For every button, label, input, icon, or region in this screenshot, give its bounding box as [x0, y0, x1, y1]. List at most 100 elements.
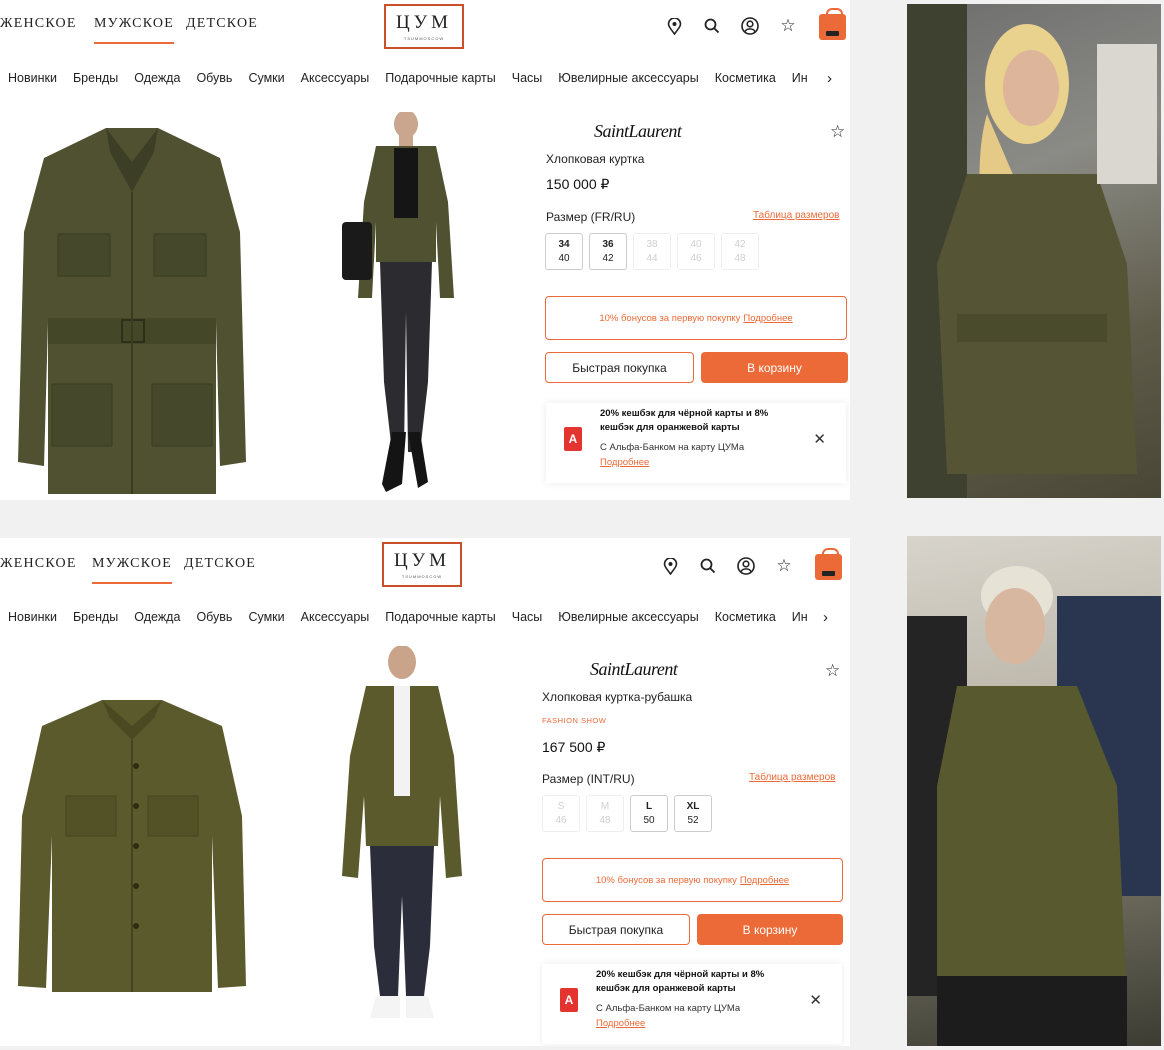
category-new[interactable]: Новинки: [8, 71, 57, 85]
size-label: Размер (FR/RU): [546, 210, 636, 224]
chevron-right-icon[interactable]: ›: [820, 608, 828, 626]
nav-women[interactable]: ЖЕНСКОЕ: [0, 556, 77, 572]
bonus-more-link[interactable]: Подробнее: [743, 313, 792, 324]
location-pin-icon[interactable]: [659, 555, 681, 577]
product-price: 167 500 ₽: [542, 739, 606, 755]
favorite-star-icon[interactable]: ☆: [825, 661, 840, 681]
celebrity-photo-2: [907, 536, 1161, 1046]
add-to-cart-button[interactable]: В корзину: [697, 914, 843, 945]
size-selector: 34 40 36 42 38 44 40 46 42 48: [545, 233, 759, 270]
size-secondary: 48: [734, 252, 746, 264]
shopping-bag-icon[interactable]: [815, 548, 842, 580]
size-table-link[interactable]: Таблица размеров: [753, 210, 839, 221]
category-new[interactable]: Новинки: [8, 610, 57, 624]
brand-logo[interactable]: SaintLaurent: [594, 121, 682, 142]
size-primary: XL: [686, 800, 700, 812]
location-pin-icon[interactable]: [663, 15, 685, 37]
chevron-right-icon[interactable]: ›: [824, 69, 832, 87]
star-icon[interactable]: ☆: [773, 555, 795, 577]
size-option[interactable]: 34 40: [545, 233, 583, 270]
category-bags[interactable]: Сумки: [248, 610, 284, 624]
promo-subtitle: С Альфа-Банком на карту ЦУМа: [600, 442, 745, 453]
size-option[interactable]: 36 42: [589, 233, 627, 270]
promo-title: 20% кешбэк для чёрной карты и 8% кешбэк …: [596, 969, 765, 994]
add-to-cart-button[interactable]: В корзину: [701, 352, 848, 383]
top-navigation: ЖЕНСКОЕ МУЖСКОЕ ДЕТСКОЕ ЦУМ TSUMMOSCOW ☆: [0, 538, 850, 588]
category-watches[interactable]: Часы: [512, 610, 543, 624]
user-icon[interactable]: [739, 15, 761, 37]
nav-kids[interactable]: ДЕТСКОЕ: [186, 16, 258, 32]
cashback-promo: А 20% кешбэк для чёрной карты и 8% кешбэ…: [546, 403, 846, 483]
tsum-logo[interactable]: ЦУМ TSUMMOSCOW: [384, 4, 464, 49]
shopping-bag-icon[interactable]: [819, 8, 846, 40]
size-primary: L: [645, 800, 653, 812]
size-option-unavailable: S 46: [542, 795, 580, 832]
category-jewelry[interactable]: Ювелирные аксессуары: [558, 71, 698, 85]
product-image-model[interactable]: [336, 110, 476, 500]
category-cosmetics[interactable]: Косметика: [715, 610, 776, 624]
quick-buy-button[interactable]: Быстрая покупка: [542, 914, 690, 945]
promo-title: 20% кешбэк для чёрной карты и 8% кешбэк …: [600, 408, 769, 433]
category-accessories[interactable]: Аксессуары: [301, 71, 370, 85]
category-brands[interactable]: Бренды: [73, 71, 118, 85]
product-image-main[interactable]: [14, 696, 250, 996]
nav-women[interactable]: ЖЕНСКОЕ: [0, 16, 77, 32]
category-shoes[interactable]: Обувь: [196, 71, 232, 85]
category-more[interactable]: Ин: [792, 610, 808, 624]
category-shoes[interactable]: Обувь: [196, 610, 232, 624]
size-selector: S 46 M 48 L 50 XL 52: [542, 795, 712, 832]
category-watches[interactable]: Часы: [512, 71, 543, 85]
promo-more-link[interactable]: Подробнее: [600, 457, 649, 468]
favorite-star-icon[interactable]: ☆: [830, 122, 845, 142]
product-image-model[interactable]: [330, 645, 474, 1038]
size-secondary: 40: [558, 252, 570, 264]
size-secondary: 52: [687, 814, 699, 826]
tsum-logo[interactable]: ЦУМ TSUMMOSCOW: [382, 542, 462, 587]
close-icon[interactable]: ✕: [809, 991, 822, 1009]
promo-subtitle: С Альфа-Банком на карту ЦУМа: [596, 1003, 741, 1014]
promo-more-link[interactable]: Подробнее: [596, 1018, 645, 1029]
search-icon[interactable]: [701, 15, 723, 37]
category-cosmetics[interactable]: Косметика: [715, 71, 776, 85]
bonus-text: 10% бонусов за первую покупку: [599, 312, 741, 324]
category-jewelry[interactable]: Ювелирные аксессуары: [558, 610, 698, 624]
category-brands[interactable]: Бренды: [73, 610, 118, 624]
category-clothing[interactable]: Одежда: [134, 610, 180, 624]
close-icon[interactable]: ✕: [813, 430, 826, 448]
size-option[interactable]: XL 52: [674, 795, 712, 832]
nav-men[interactable]: МУЖСКОЕ: [94, 16, 174, 44]
size-table-link[interactable]: Таблица размеров: [749, 772, 835, 783]
nav-kids[interactable]: ДЕТСКОЕ: [184, 556, 256, 572]
alfa-bank-icon: А: [564, 427, 582, 451]
user-icon[interactable]: [735, 555, 757, 577]
size-secondary: 50: [643, 814, 655, 826]
nav-men[interactable]: МУЖСКОЕ: [92, 556, 172, 584]
star-icon[interactable]: ☆: [777, 15, 799, 37]
size-primary: M: [600, 800, 610, 812]
bonus-banner: 10% бонусов за первую покупку Подробнее: [542, 858, 843, 902]
alfa-bank-icon: А: [560, 988, 578, 1012]
brand-logo[interactable]: SaintLaurent: [590, 659, 678, 680]
size-secondary: 48: [599, 814, 611, 826]
product-price: 150 000 ₽: [546, 176, 610, 192]
quick-buy-button[interactable]: Быстрая покупка: [545, 352, 694, 383]
bonus-more-link[interactable]: Подробнее: [740, 875, 789, 886]
logo-letters: ЦУМ: [393, 550, 451, 571]
size-primary: 34: [558, 238, 570, 250]
size-option[interactable]: L 50: [630, 795, 668, 832]
category-accessories[interactable]: Аксессуары: [301, 610, 370, 624]
category-more[interactable]: Ин: [792, 71, 808, 85]
search-icon[interactable]: [697, 555, 719, 577]
logo-letters: ЦУМ: [395, 12, 453, 33]
size-option-unavailable: M 48: [586, 795, 624, 832]
bonus-text: 10% бонусов за первую покупку: [595, 874, 737, 886]
category-gift-cards[interactable]: Подарочные карты: [385, 610, 495, 624]
product-image-main[interactable]: [14, 122, 250, 498]
product-name: Хлопковая куртка-рубашка: [542, 690, 693, 704]
category-bags[interactable]: Сумки: [248, 71, 284, 85]
cashback-promo: А 20% кешбэк для чёрной карты и 8% кешбэ…: [542, 964, 842, 1044]
category-clothing[interactable]: Одежда: [134, 71, 180, 85]
category-gift-cards[interactable]: Подарочные карты: [385, 71, 495, 85]
size-option-unavailable: 42 48: [721, 233, 759, 270]
size-primary: 42: [734, 238, 746, 250]
